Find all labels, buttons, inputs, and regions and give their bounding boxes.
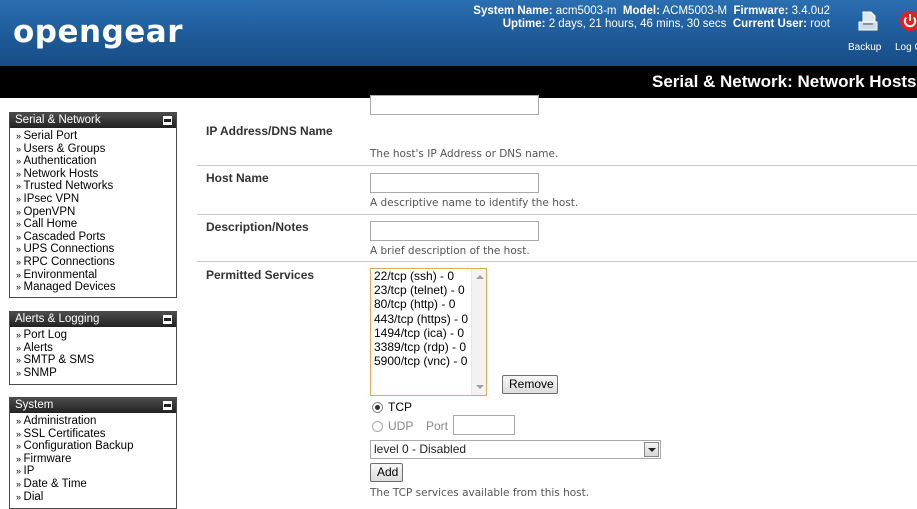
app-header: opengear System Name: acm5003-m Model: A… [0,0,917,66]
system-name-label: System Name: [473,5,553,17]
collapse-icon[interactable] [163,401,172,410]
level-select-value: level 0 - Disabled [374,442,467,456]
description-label: Description/Notes [206,220,309,234]
services-hint: The TCP services available from this hos… [370,487,590,499]
logout-button[interactable]: Log Out [893,8,917,54]
service-option[interactable]: 22/tcp (ssh) - 0 [371,269,486,283]
service-option[interactable]: 5900/tcp (vnc) - 0 [371,354,486,368]
current-user-value: root [810,18,830,30]
nav-section-serial-network: Serial & Network » Serial Port » Users &… [9,112,177,298]
level-select[interactable]: level 0 - Disabled [370,440,661,459]
sidebar-item-firmware[interactable]: » Firmware [16,453,176,466]
host-name-hint: A descriptive name to identify the host. [370,197,579,209]
sidebar-item-managed-devices[interactable]: » Managed Devices [16,281,176,294]
system-info: System Name: acm5003-m Model: ACM5003-M … [473,5,830,31]
sidebar-item-openvpn[interactable]: » OpenVPN [16,206,176,219]
power-icon [900,11,917,31]
nav-section-alerts-logging: Alerts & Logging » Port Log » Alerts » S… [9,311,177,385]
service-option[interactable]: 23/tcp (telnet) - 0 [371,283,486,297]
firmware-label: Firmware: [733,5,789,17]
sidebar: Serial & Network » Serial Port » Users &… [0,98,188,509]
uptime-label: Uptime: [502,18,546,30]
nav-section-header[interactable]: System [10,398,176,413]
ip-address-label: IP Address/DNS Name [206,124,333,138]
host-name-input[interactable] [370,173,539,193]
add-button[interactable]: Add [370,463,403,482]
network-host-form: IP Address/DNS Name The host's IP Addres… [189,95,917,503]
service-option[interactable]: 1494/tcp (ica) - 0 [371,326,486,340]
system-name-value: acm5003-m [555,5,617,17]
ip-address-hint: The host's IP Address or DNS name. [370,148,559,160]
model-value: ACM5003-M [662,5,728,17]
opengear-logo: opengear [13,14,184,50]
tcp-radio-label: TCP [388,400,412,414]
sidebar-item-dial[interactable]: » Dial [16,491,176,504]
sidebar-item-rpc-connections[interactable]: » RPC Connections [16,256,176,269]
nav-section-title: System [15,399,54,411]
uptime-value: 2 days, 21 hours, 46 mins, 30 secs [548,18,727,30]
logout-label: Log Out [895,42,917,53]
permitted-services-label: Permitted Services [206,268,315,282]
sidebar-item-trusted-networks[interactable]: » Trusted Networks [16,180,176,193]
services-listbox[interactable]: 22/tcp (ssh) - 0 23/tcp (telnet) - 0 80/… [370,268,487,396]
backup-icon [858,11,878,31]
nav-section-header[interactable]: Alerts & Logging [10,312,176,327]
remove-button[interactable]: Remove [502,375,558,394]
row-divider [197,165,917,166]
description-input[interactable] [370,221,539,241]
nav-section-header[interactable]: Serial & Network [10,113,176,128]
ip-address-input[interactable] [370,95,539,115]
service-option[interactable]: 3389/tcp (rdp) - 0 [371,340,486,354]
sidebar-item-environmental[interactable]: » Environmental [16,269,176,282]
sidebar-item-smtp-sms[interactable]: » SMTP & SMS [16,354,176,367]
collapse-icon[interactable] [163,116,172,125]
udp-radio[interactable] [372,421,383,432]
sidebar-item-authentication[interactable]: » Authentication [16,155,176,168]
nav-section-title: Serial & Network [15,114,101,126]
udp-radio-label: UDP [388,419,414,433]
description-hint: A brief description of the host. [370,245,530,257]
sidebar-item-snmp[interactable]: » SNMP [16,367,176,380]
title-bar: Serial & Network: Network Hosts [0,66,917,98]
row-divider [197,261,917,262]
sidebar-item-ups-connections[interactable]: » UPS Connections [16,243,176,256]
current-user-label: Current User: [732,18,807,30]
sidebar-item-ipsec-vpn[interactable]: » IPsec VPN [16,193,176,206]
sidebar-item-cascaded-ports[interactable]: » Cascaded Ports [16,231,176,244]
sidebar-item-ssl-certificates[interactable]: » SSL Certificates [16,428,176,441]
service-option[interactable]: 80/tcp (http) - 0 [371,297,486,311]
scroll-down-icon[interactable] [476,385,484,389]
sidebar-item-network-hosts[interactable]: » Network Hosts [16,168,176,181]
sidebar-item-alerts[interactable]: » Alerts [16,342,176,355]
host-name-label: Host Name [206,171,269,185]
sidebar-item-ip[interactable]: » IP [16,465,176,478]
sidebar-item-administration[interactable]: » Administration [16,415,176,428]
collapse-icon[interactable] [163,315,172,324]
row-divider [197,214,917,215]
port-input[interactable] [453,415,515,435]
nav-section-title: Alerts & Logging [15,313,100,325]
sidebar-item-configuration-backup[interactable]: » Configuration Backup [16,440,176,453]
model-label: Model: [622,5,660,17]
page-title: Serial & Network: Network Hosts [652,72,917,91]
listbox-scrollbar[interactable] [471,269,486,395]
port-label: Port [426,419,449,433]
sidebar-item-serial-port[interactable]: » Serial Port [16,130,176,143]
sidebar-item-port-log[interactable]: » Port Log [16,329,176,342]
nav-section-system: System » Administration » SSL Certificat… [9,397,177,509]
chevron-down-icon[interactable] [644,442,659,457]
sidebar-item-call-home[interactable]: » Call Home [16,218,176,231]
tcp-radio[interactable] [372,402,383,413]
backup-label: Backup [848,42,882,53]
sidebar-item-users-groups[interactable]: » Users & Groups [16,143,176,156]
sidebar-item-date-time[interactable]: » Date & Time [16,478,176,491]
backup-button[interactable]: Backup [848,8,888,54]
firmware-value: 3.4.0u2 [791,5,830,17]
service-option[interactable]: 443/tcp (https) - 0 [371,312,486,326]
scroll-up-icon[interactable] [476,275,484,279]
